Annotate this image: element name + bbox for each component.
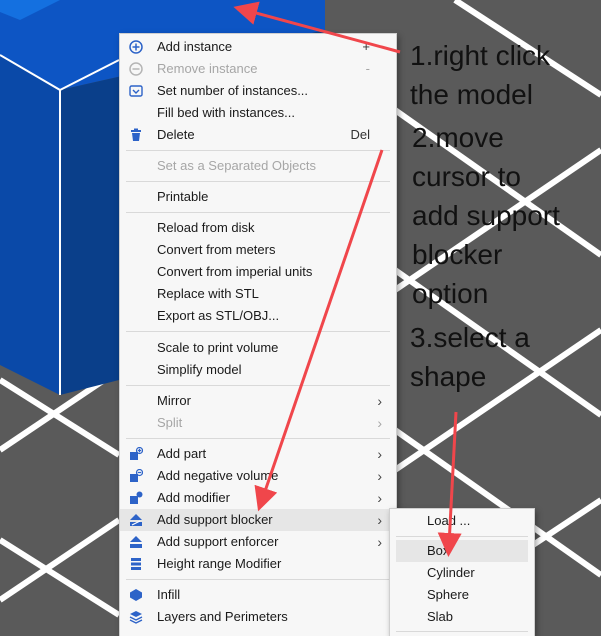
menu-separator bbox=[126, 331, 390, 332]
menu-item-layers-and-perimeters[interactable]: Layers and Perimeters bbox=[120, 606, 396, 628]
menu-item-set-number-of-instances[interactable]: Set number of instances... bbox=[120, 80, 396, 102]
modifier-icon bbox=[130, 491, 143, 504]
menu-item-label: Slab bbox=[427, 609, 454, 624]
menu-separator bbox=[126, 150, 390, 151]
menu-separator bbox=[126, 181, 390, 182]
menu-item-add-modifier[interactable]: Add modifier › bbox=[120, 487, 396, 509]
menu-item-label: Mirror bbox=[157, 393, 191, 408]
support-enforcer-icon bbox=[130, 536, 142, 548]
instruction-step-3: 3.select a shape bbox=[410, 322, 530, 392]
negative-volume-icon bbox=[130, 469, 143, 482]
add-part-icon bbox=[130, 447, 143, 460]
menu-item-label: Convert from imperial units bbox=[157, 264, 313, 279]
menu-item-label: Add negative volume bbox=[157, 468, 279, 483]
menu-separator bbox=[396, 536, 528, 537]
chevron-right-icon: › bbox=[377, 512, 382, 528]
menu-separator bbox=[126, 438, 390, 439]
menu-item-export-stl-obj[interactable]: Export as STL/OBJ... bbox=[120, 305, 396, 327]
menu-item-label: Infill bbox=[157, 587, 181, 602]
menu-item-label: Remove instance bbox=[157, 61, 258, 76]
menu-item-label: Set as a Separated Objects bbox=[157, 158, 316, 173]
menu-item-mirror[interactable]: Mirror › bbox=[120, 390, 396, 412]
menu-item-remove-instance[interactable]: Remove instance - bbox=[120, 58, 396, 80]
chevron-right-icon: › bbox=[377, 415, 382, 431]
height-range-icon bbox=[131, 558, 141, 570]
menu-item-label: Add support enforcer bbox=[157, 534, 279, 549]
menu-item-label: Convert from meters bbox=[157, 242, 276, 257]
instruction-step-2: 2.move cursor to add support blocker opt… bbox=[412, 122, 560, 309]
menu-separator bbox=[396, 631, 528, 632]
menu-item-label: Add instance bbox=[157, 39, 233, 54]
menu-item-label: Delete bbox=[157, 127, 195, 142]
menu-item-set-as-separated[interactable]: Set as a Separated Objects bbox=[120, 155, 396, 177]
shortcut-label: + bbox=[362, 39, 370, 54]
menu-item-infill[interactable]: Infill bbox=[120, 584, 396, 606]
submenu-item-slab[interactable]: Slab bbox=[390, 606, 534, 628]
menu-item-convert-from-imperial[interactable]: Convert from imperial units bbox=[120, 261, 396, 283]
menu-separator bbox=[126, 385, 390, 386]
menu-item-delete[interactable]: Delete Del bbox=[120, 124, 396, 146]
menu-item-simplify-model[interactable]: Simplify model bbox=[120, 359, 396, 381]
minus-circle-icon bbox=[129, 62, 143, 76]
menu-item-fill-bed[interactable]: Fill bed with instances... bbox=[120, 102, 396, 124]
menu-item-label: Printable bbox=[157, 189, 209, 204]
menu-separator bbox=[126, 212, 390, 213]
menu-item-scale-to-print-volume[interactable]: Scale to print volume bbox=[120, 337, 396, 359]
infill-icon bbox=[130, 589, 142, 601]
menu-item-label: Add modifier bbox=[157, 490, 230, 505]
menu-item-label: Load ... bbox=[427, 513, 471, 528]
submenu-item-box[interactable]: Box bbox=[396, 540, 528, 562]
shortcut-label: - bbox=[365, 61, 370, 76]
trash-icon bbox=[131, 128, 141, 141]
menu-item-add-support-enforcer[interactable]: Add support enforcer › bbox=[120, 531, 396, 553]
menu-item-add-support-blocker[interactable]: Add support blocker › bbox=[120, 509, 396, 531]
menu-item-convert-from-meters[interactable]: Convert from meters bbox=[120, 239, 396, 261]
menu-item-label: Export as STL/OBJ... bbox=[157, 308, 280, 323]
chevron-right-icon: › bbox=[377, 393, 382, 409]
shortcut-label: Del bbox=[350, 127, 370, 142]
instances-icon bbox=[129, 85, 143, 97]
chevron-right-icon: › bbox=[377, 446, 382, 462]
menu-item-label: Sphere bbox=[427, 587, 469, 602]
menu-separator bbox=[126, 579, 390, 580]
menu-item-label: Split bbox=[157, 415, 183, 430]
support-blocker-icon bbox=[130, 514, 142, 526]
menu-item-label: Fill bed with instances... bbox=[157, 105, 296, 120]
chevron-right-icon: › bbox=[377, 468, 382, 484]
submenu-item-cylinder[interactable]: Cylinder bbox=[390, 562, 534, 584]
menu-item-label: Replace with STL bbox=[157, 286, 259, 301]
menu-item-label: Set number of instances... bbox=[157, 83, 309, 98]
layers-icon bbox=[129, 611, 143, 624]
submenu-item-sphere[interactable]: Sphere bbox=[390, 584, 534, 606]
menu-item-label: Scale to print volume bbox=[157, 340, 279, 355]
menu-item-label: Simplify model bbox=[157, 362, 242, 377]
menu-item-label: Add part bbox=[157, 446, 207, 461]
context-menu: Add instance + Remove instance - Set num… bbox=[119, 33, 397, 636]
instruction-step-1: 1.right click the model bbox=[410, 40, 551, 110]
submenu-item-load[interactable]: Load ... bbox=[390, 510, 534, 532]
menu-item-add-negative-volume[interactable]: Add negative volume › bbox=[120, 465, 396, 487]
chevron-right-icon: › bbox=[377, 534, 382, 550]
menu-item-printable[interactable]: Printable bbox=[120, 186, 396, 208]
menu-item-add-part[interactable]: Add part › bbox=[120, 443, 396, 465]
menu-item-label: Height range Modifier bbox=[157, 556, 282, 571]
menu-item-add-instance[interactable]: Add instance + bbox=[120, 36, 396, 58]
menu-item-replace-with-stl[interactable]: Replace with STL bbox=[120, 283, 396, 305]
chevron-right-icon: › bbox=[377, 490, 382, 506]
menu-item-label: Box bbox=[427, 543, 450, 558]
menu-item-label: Cylinder bbox=[427, 565, 475, 580]
plus-circle-icon bbox=[129, 40, 143, 54]
menu-item-label: Add support blocker bbox=[157, 512, 273, 527]
menu-item-height-range-modifier[interactable]: Height range Modifier bbox=[120, 553, 396, 575]
menu-item-label: Reload from disk bbox=[157, 220, 255, 235]
support-blocker-submenu: Load ... Box Cylinder Sphere Slab bbox=[389, 508, 535, 636]
menu-item-reload-from-disk[interactable]: Reload from disk bbox=[120, 217, 396, 239]
menu-item-split[interactable]: Split › bbox=[120, 412, 396, 434]
menu-item-label: Layers and Perimeters bbox=[157, 609, 288, 624]
